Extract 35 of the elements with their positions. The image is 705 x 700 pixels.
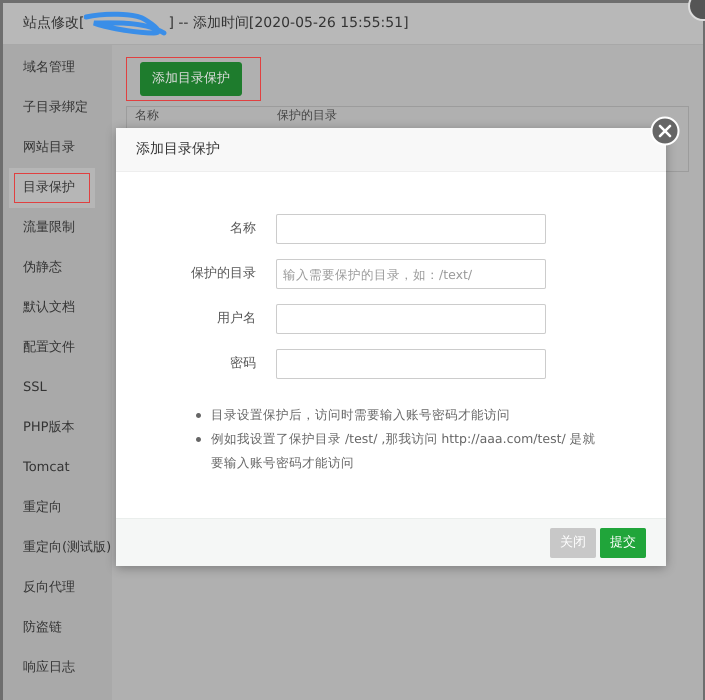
sidebar-item[interactable]: 流量限制 (3, 208, 112, 248)
submit-button[interactable]: 提交 (600, 528, 646, 558)
field-label: 名称 (229, 220, 256, 238)
sidebar-item[interactable]: 配置文件 (3, 328, 112, 368)
sidebar-item[interactable]: 防盗链 (3, 608, 112, 648)
sidebar-item[interactable]: 重定向(测试版) (3, 528, 112, 568)
bullet-icon (196, 413, 201, 418)
sidebar-item[interactable]: 子目录绑定 (3, 88, 112, 128)
sidebar-item[interactable]: 默认文档 (3, 288, 112, 328)
input-field[interactable]: 输入需要保护的目录，如：/text/ (276, 259, 546, 289)
note-text: 例如我设置了保护目录 /test/ ,那我访问 http://aaa.com/test/ 是就要输入账号密码才能访问 (211, 430, 596, 472)
window-title: 站点修改[ (23, 14, 84, 33)
sidebar-item[interactable]: 重定向 (3, 488, 112, 528)
column-header: 名称 (135, 108, 159, 122)
sidebar-item[interactable]: 伪静态 (3, 248, 112, 288)
modal-title: 添加目录保护 (136, 140, 220, 159)
sidebar-item[interactable]: 目录保护 (9, 168, 95, 208)
sidebar-item[interactable]: 域名管理 (3, 48, 112, 88)
bullet-icon (196, 437, 201, 442)
field-label: 保护的目录 (190, 265, 256, 284)
input-field[interactable] (276, 214, 546, 244)
field-label: 用户名 (216, 310, 256, 328)
sidebar-item[interactable]: SSL (3, 368, 112, 408)
sidebar-item[interactable]: 反向代理 (3, 568, 112, 608)
sidebar-item[interactable]: Tomcat (3, 448, 112, 488)
input-field[interactable] (276, 304, 546, 334)
column-header: 保护的目录 (277, 108, 337, 122)
sidebar-item[interactable]: 响应日志 (3, 648, 112, 688)
field-label: 密码 (229, 355, 256, 374)
note-text: 目录设置保护后，访问时需要输入账号密码才能访问 (211, 406, 510, 424)
add-button[interactable]: 添加目录保护 (140, 62, 242, 96)
sidebar-item[interactable]: 网站目录 (3, 128, 112, 168)
window-title: ] -- 添加时间[2020-05-26 15:55:51] (168, 14, 409, 33)
sidebar-item[interactable]: PHP版本 (3, 408, 112, 448)
input-field[interactable] (276, 349, 546, 379)
